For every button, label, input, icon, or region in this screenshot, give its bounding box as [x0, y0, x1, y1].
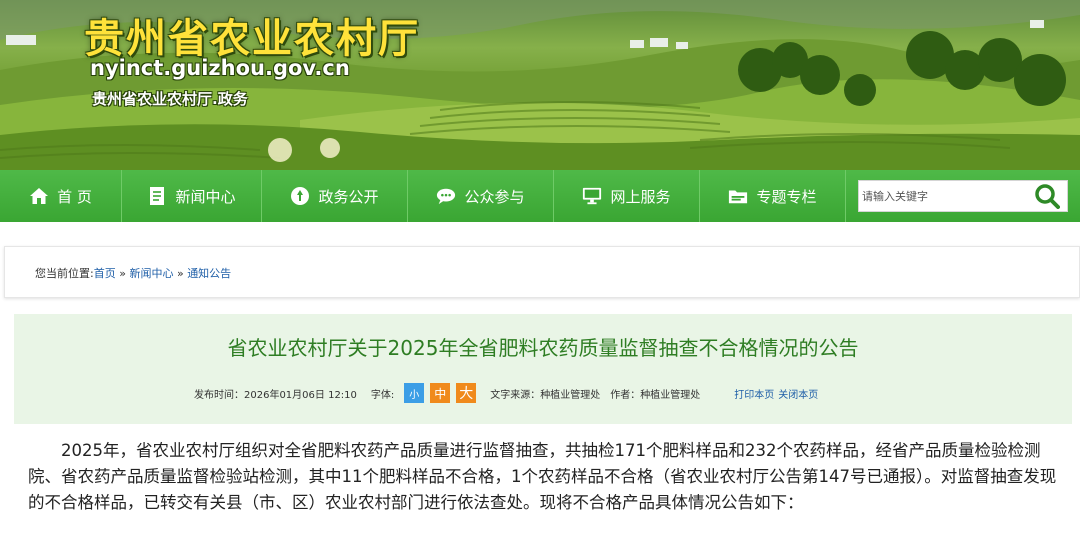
nav-label: 网上服务 [610, 187, 671, 206]
article-body: 2025年，省农业农村厅组织对全省肥料农药产品质量进行监督抽查，共抽检171个肥… [28, 441, 1057, 512]
source-value: 种植业管理处 [540, 389, 601, 401]
chat-icon [436, 186, 456, 206]
folder-icon [728, 186, 748, 206]
breadcrumb-prefix: 您当前位置: [35, 267, 94, 280]
font-size-label: 字体: [370, 389, 395, 401]
author-value: 种植业管理处 [640, 389, 701, 401]
home-icon [29, 186, 49, 206]
circle-arrow-icon [290, 186, 310, 206]
nav-label: 政务公开 [318, 187, 379, 206]
nav-label: 新闻中心 [175, 187, 236, 206]
publish-label: 发布时间： [194, 389, 244, 401]
site-banner: 贵州省农业农村厅 nyinct.guizhou.gov.cn 贵州省农业农村厅.… [0, 0, 1080, 170]
breadcrumb-separator: » [119, 267, 126, 280]
article-title: 省农业农村厅关于2025年全省肥料农药质量监督抽查不合格情况的公告 [227, 336, 859, 360]
article-header: 省农业农村厅关于2025年全省肥料农药质量监督抽查不合格情况的公告 发布时间： … [14, 314, 1072, 424]
nav-item-special-topics[interactable]: 专题专栏 [700, 170, 846, 222]
nav-label: 公众参与 [464, 187, 525, 206]
font-size-medium-button[interactable]: 中 [430, 383, 451, 403]
site-domain: nyinct.guizhou.gov.cn [90, 56, 350, 80]
breadcrumb-panel: 您当前位置:首页 » 新闻中心 » 通知公告 [4, 246, 1080, 298]
search-input[interactable] [859, 181, 1029, 211]
print-page-link[interactable]: 打印本页 [734, 386, 774, 401]
nav-label: 专题专栏 [756, 187, 817, 206]
close-page-link[interactable]: 关闭本页 [778, 386, 818, 401]
nav-label: 首 页 [57, 187, 92, 206]
breadcrumb-home-link[interactable]: 首页 [94, 267, 116, 280]
breadcrumb: 您当前位置:首页 » 新闻中心 » 通知公告 [35, 265, 231, 281]
article-meta: 发布时间： 2026年01月06日 12:10 字体: 小 中 大 文字来源： … [194, 383, 818, 403]
font-size-small-button[interactable]: 小 [404, 383, 425, 403]
breadcrumb-notice-link[interactable]: 通知公告 [187, 267, 231, 280]
nav-item-news[interactable]: 新闻中心 [122, 170, 262, 222]
breadcrumb-separator: » [176, 267, 184, 280]
breadcrumb-news-link[interactable]: 新闻中心 [129, 267, 173, 280]
author-label: 作者： [610, 389, 641, 401]
search-icon [1035, 184, 1060, 209]
publish-time: 2026年01月06日 12:10 [244, 389, 357, 401]
font-size-large-button[interactable]: 大 [456, 383, 477, 403]
source-label: 文字来源： [490, 389, 541, 401]
nav-item-gov-affairs[interactable]: 政务公开 [262, 170, 408, 222]
search-box [858, 180, 1068, 212]
search-button[interactable] [1029, 181, 1065, 211]
nav-item-participation[interactable]: 公众参与 [408, 170, 554, 222]
nav-item-home[interactable]: 首 页 [0, 170, 122, 222]
document-icon [147, 186, 167, 206]
site-subtitle: 贵州省农业农村厅.政务 [92, 90, 248, 108]
monitor-icon [582, 186, 602, 206]
nav-item-online-service[interactable]: 网上服务 [554, 170, 700, 222]
